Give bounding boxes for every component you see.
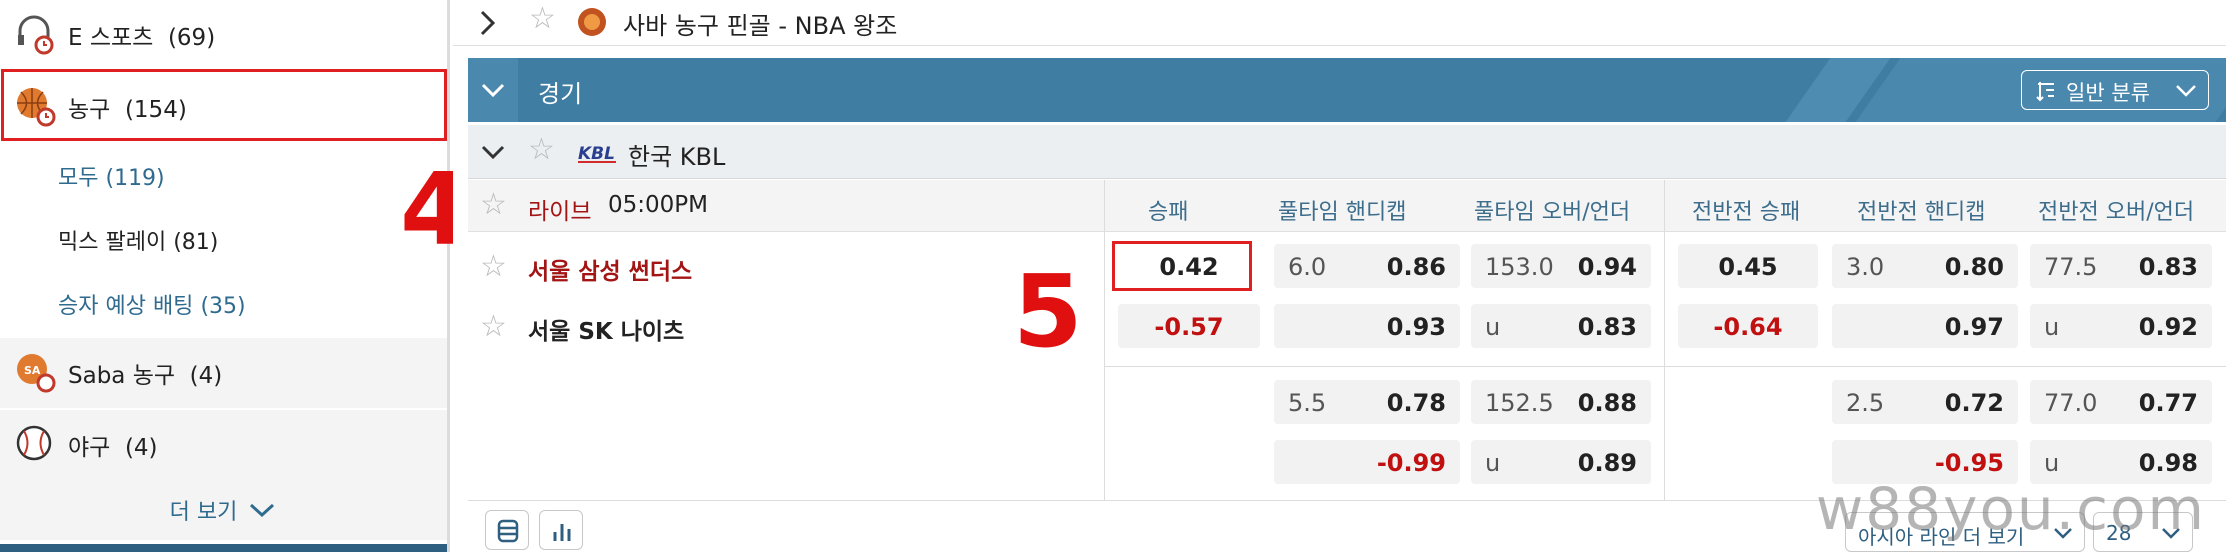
column-header-h1-over-under: 전반전 오버/언더 xyxy=(2038,200,2195,225)
chevron-right-icon[interactable] xyxy=(477,8,499,38)
sidebar-sub-item-mix-parlay[interactable]: 믹스 팔레이 (81) xyxy=(0,208,447,272)
sidebar-sub-item-all[interactable]: 모두 (119) xyxy=(0,144,447,208)
bet-slip-button[interactable] xyxy=(485,510,529,550)
sort-dropdown[interactable]: 일반 분류 xyxy=(2021,70,2209,110)
collapse-chevron-icon[interactable] xyxy=(480,78,506,102)
favorite-star-icon[interactable]: ☆ xyxy=(528,135,555,165)
odds-cell-ft-hcp-alt-away[interactable]: -0.99 xyxy=(1274,440,1460,484)
odds-cell-ml-away[interactable]: -0.57 xyxy=(1118,304,1260,348)
kbl-logo-icon: KBL xyxy=(578,144,616,164)
sort-icon xyxy=(2036,82,2054,102)
column-header-h1-handicap: 전반전 핸디캡 xyxy=(1857,200,1986,225)
bar-chart-icon xyxy=(553,524,571,541)
column-header-ft-over-under: 풀타임 오버/언더 xyxy=(1474,200,1631,225)
odds-cell-h1-hcp-away[interactable]: 0.97 xyxy=(1832,304,2018,348)
main-content: ☆ 사바 농구 핀골 - NBA 왕조 경기 일반 분류 ☆ KBL 한국 KB… xyxy=(453,0,2226,552)
sidebar-more-label: 더 보기 xyxy=(169,500,238,525)
odds-cell-h1-ou-under[interactable]: u 0.92 xyxy=(2030,304,2212,348)
sort-label: 일반 분류 xyxy=(2066,81,2150,105)
odds-cell-h1-ml-home[interactable]: 0.45 xyxy=(1678,244,1818,288)
sidebar-sub-label: 믹스 팔레이 (81) xyxy=(58,230,219,255)
sports-sidebar: E 스포츠 (69) 농구 (154) 모두 (119) 믹스 팔레이 (81)… xyxy=(0,0,450,552)
favorite-star-icon[interactable]: ☆ xyxy=(480,252,507,282)
chevron-down-icon xyxy=(250,503,275,518)
sidebar-sub-item-outright[interactable]: 승자 예상 배팅 (35) xyxy=(0,272,447,336)
away-team-name: 서울 SK 나이츠 xyxy=(528,319,685,345)
match-odds-body: ☆ 서울 삼성 썬더스 ☆ 서울 SK 나이츠 0.42 6.0 0.86 153… xyxy=(468,232,2226,502)
sidebar-item-label: E 스포츠 (69) xyxy=(68,25,216,51)
baseball-icon xyxy=(16,425,52,461)
odds-cell-ft-hcp-alt-home[interactable]: 5.5 0.78 xyxy=(1274,380,1460,424)
odds-cell-ft-ou-alt-under[interactable]: u 0.89 xyxy=(1471,440,1651,484)
odds-column-header-row: ☆ 라이브 05:00PM 승패 풀타임 핸디캡 풀타임 오버/언더 전반전 승… xyxy=(468,180,2226,232)
live-status: 라이브 xyxy=(528,199,592,225)
annotation-number-5: 5 xyxy=(1013,253,1083,370)
column-header-ft-handicap: 풀타임 핸디캡 xyxy=(1278,200,1407,225)
sidebar-sub-label: 승자 예상 배팅 (35) xyxy=(58,294,246,319)
odds-cell-ft-ou-over[interactable]: 153.0 0.94 xyxy=(1471,244,1651,288)
svg-text:SA: SA xyxy=(24,364,41,377)
sidebar-item-esports[interactable]: E 스포츠 (69) xyxy=(0,0,447,70)
watermark: w88you.com xyxy=(1815,475,2206,543)
saba-basketball-icon: SA xyxy=(17,354,56,393)
odds-cell-h1-ou-alt-over[interactable]: 77.0 0.77 xyxy=(2030,380,2212,424)
sidebar-item-baseball[interactable]: 야구 (4) xyxy=(0,410,447,480)
sidebar-more-button[interactable]: 더 보기 xyxy=(0,480,447,540)
league-row-kbl[interactable]: ☆ KBL 한국 KBL xyxy=(468,125,2226,179)
stats-button[interactable] xyxy=(539,510,583,550)
match-time: 05:00PM xyxy=(608,192,708,218)
top-league-row[interactable]: ☆ 사바 농구 핀골 - NBA 왕조 xyxy=(453,0,2226,46)
odds-cell-ft-ou-alt-over[interactable]: 152.5 0.88 xyxy=(1471,380,1651,424)
odds-cell-h1-hcp-alt-home[interactable]: 2.5 0.72 xyxy=(1832,380,2018,424)
favorite-star-icon[interactable]: ☆ xyxy=(480,190,507,220)
sidebar-item-label: Saba 농구 (4) xyxy=(68,363,223,389)
esports-headset-icon xyxy=(18,15,54,55)
section-header: 경기 일반 분류 xyxy=(468,58,2226,122)
odds-cell-ft-ou-under[interactable]: u 0.83 xyxy=(1471,304,1651,348)
column-header-h1-moneyline: 전반전 승패 xyxy=(1692,200,1801,225)
saba-logo-icon xyxy=(578,8,606,36)
sidebar-sub-label: 모두 (119) xyxy=(58,166,165,191)
top-league-title: 사바 농구 핀골 - NBA 왕조 xyxy=(623,12,898,40)
section-title: 경기 xyxy=(538,80,583,108)
odds-cell-h1-ml-away[interactable]: -0.64 xyxy=(1678,304,1818,348)
odds-cell-ft-hcp-home[interactable]: 6.0 0.86 xyxy=(1274,244,1460,288)
collapse-chevron-icon[interactable] xyxy=(480,140,506,164)
column-header-moneyline: 승패 xyxy=(1148,200,1189,225)
sidebar-bottom-bar xyxy=(0,544,447,552)
favorite-star-icon[interactable]: ☆ xyxy=(529,4,556,34)
sidebar-item-label: 야구 (4) xyxy=(68,435,158,461)
odds-cell-h1-ou-over[interactable]: 77.5 0.83 xyxy=(2030,244,2212,288)
odds-highlight-box xyxy=(1112,241,1252,291)
home-team-name: 서울 삼성 썬더스 xyxy=(528,259,693,285)
list-icon xyxy=(497,519,519,543)
league-name: 한국 KBL xyxy=(628,143,726,171)
odds-cell-h1-hcp-home[interactable]: 3.0 0.80 xyxy=(1832,244,2018,288)
odds-cell-ft-hcp-away[interactable]: 0.93 xyxy=(1274,304,1460,348)
chevron-down-icon xyxy=(2176,85,2196,97)
sidebar-item-saba-basketball[interactable]: SA Saba 농구 (4) xyxy=(0,338,447,408)
favorite-star-icon[interactable]: ☆ xyxy=(480,312,507,342)
basketball-highlight-box xyxy=(1,69,447,141)
